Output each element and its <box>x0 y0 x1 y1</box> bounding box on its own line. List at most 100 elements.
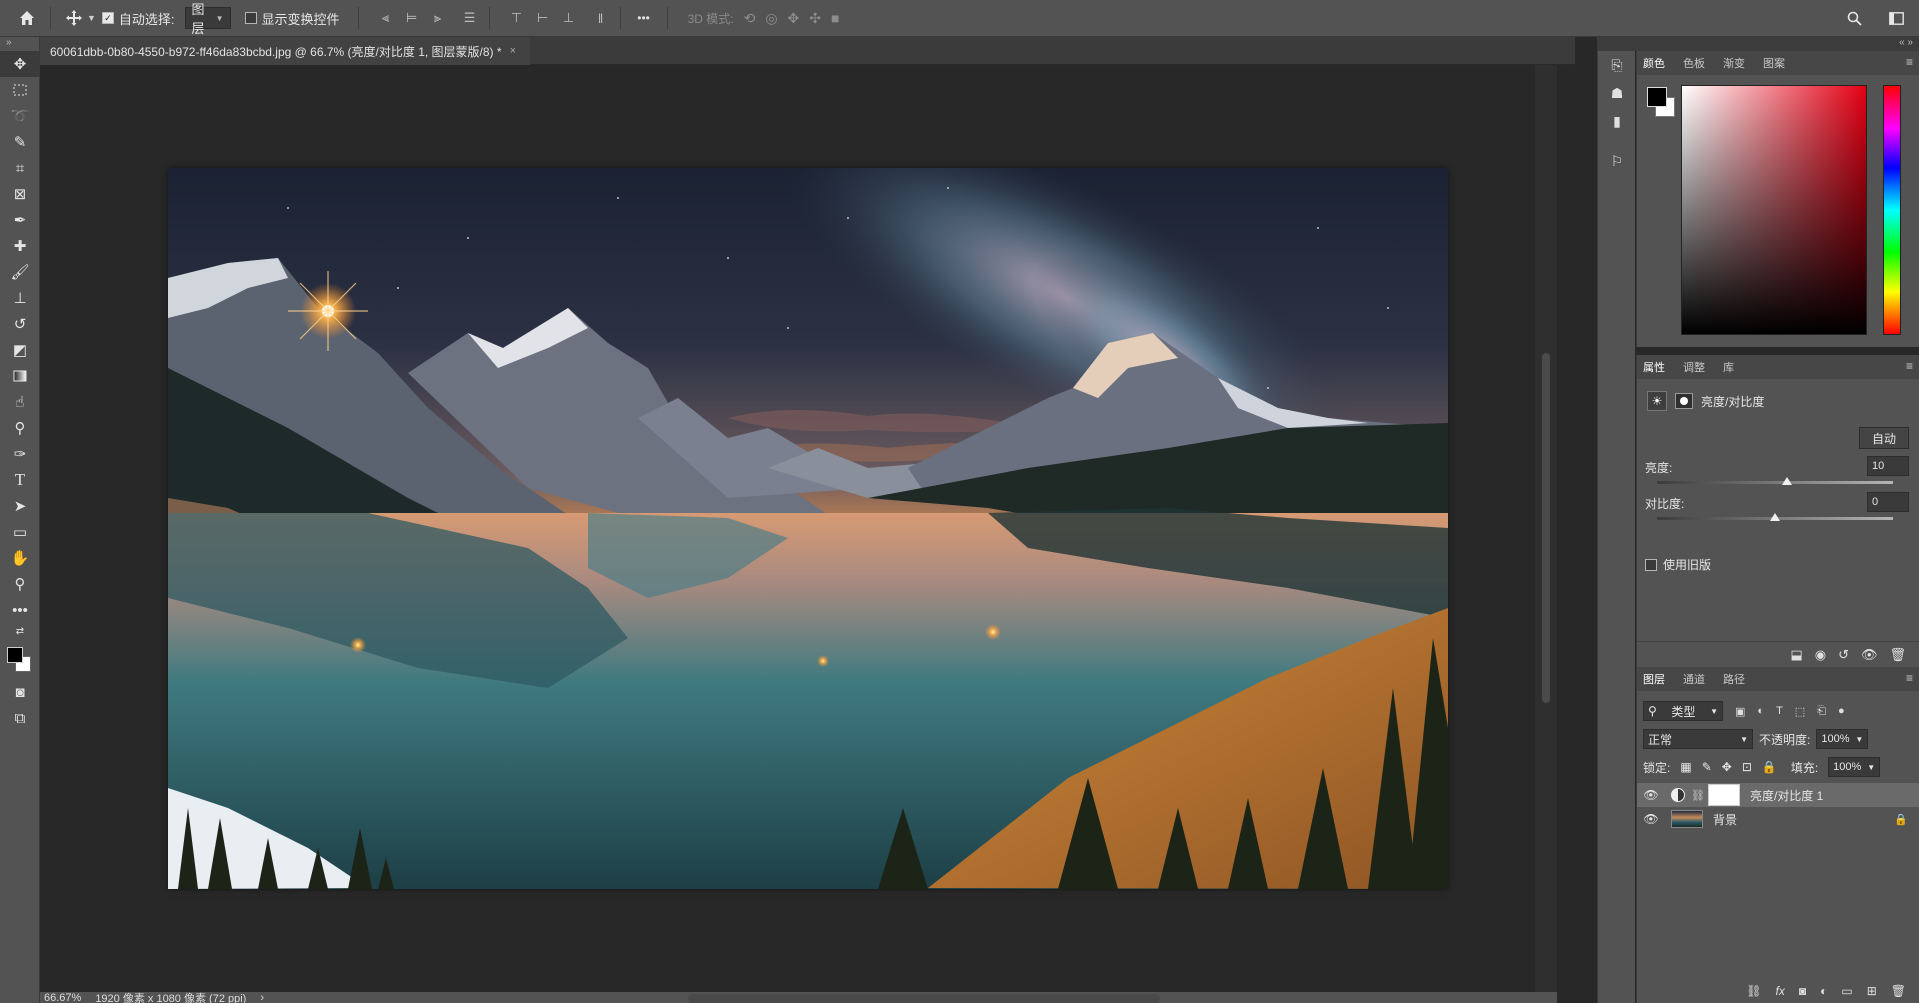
collapse-icon[interactable]: » <box>0 37 39 51</box>
type-tool-icon[interactable]: T <box>0 467 40 493</box>
tab-adjustments[interactable]: 调整 <box>1683 359 1705 375</box>
tab-channels[interactable]: 通道 <box>1683 671 1705 687</box>
roll-3d-icon[interactable]: ◎ <box>765 10 777 27</box>
gradient-tool-icon[interactable] <box>0 363 40 389</box>
lock-image-icon[interactable]: ✎ <box>1702 760 1712 774</box>
lock-all-icon[interactable]: 🔒 <box>1762 760 1777 774</box>
trash-icon[interactable]: 🗑 <box>1891 984 1906 998</box>
use-legacy-checkbox[interactable]: 使用旧版 <box>1645 556 1711 573</box>
tab-paths[interactable]: 路径 <box>1723 671 1745 687</box>
layer-mask-thumbnail[interactable] <box>1707 784 1740 806</box>
vertical-scrollbar-thumb[interactable] <box>1542 353 1550 703</box>
new-group-icon[interactable]: ▭ <box>1841 984 1852 998</box>
align-vertical-center-icon[interactable]: ⊢ <box>534 9 552 27</box>
brush-tool-icon[interactable]: 🖌 <box>0 259 40 285</box>
tab-libraries[interactable]: 库 <box>1723 359 1734 375</box>
tab-properties[interactable]: 属性 <box>1643 359 1665 375</box>
hue-slider[interactable] <box>1883 85 1901 335</box>
brightness-value-field[interactable]: 10 <box>1867 456 1909 476</box>
add-mask-icon[interactable]: ◙ <box>1799 984 1806 998</box>
close-icon[interactable]: × <box>510 45 516 57</box>
document-tab[interactable]: 60061dbb-0b80-4550-b972-ff46da83bcbd.jpg… <box>40 37 530 65</box>
checkbox-unchecked-icon[interactable] <box>1645 558 1657 571</box>
smudge-tool-icon[interactable]: ☝ <box>0 389 40 415</box>
quick-mask-icon[interactable]: ◙ <box>0 679 40 705</box>
pan-3d-icon[interactable]: ✥ <box>788 10 800 27</box>
layer-name[interactable]: 背景 <box>1713 811 1737 828</box>
healing-brush-tool-icon[interactable]: ✚ <box>0 233 40 259</box>
auto-select-target-dropdown[interactable]: 图层 ▼ <box>184 2 231 36</box>
eraser-tool-icon[interactable]: ◩ <box>0 337 40 363</box>
panel-menu-icon[interactable]: ≡ <box>1906 671 1913 685</box>
clip-to-layer-icon[interactable]: ⬓ <box>1790 647 1802 663</box>
auto-select-checkbox[interactable]: ✓ 自动选择: <box>101 9 175 28</box>
dodge-tool-icon[interactable]: ⚲ <box>0 415 40 441</box>
lock-transparent-icon[interactable]: ▦ <box>1680 760 1691 774</box>
opacity-field[interactable]: 100% ▼ <box>1816 729 1869 749</box>
screen-mode-icon[interactable]: ⧉ <box>0 705 40 731</box>
vertical-scrollbar[interactable] <box>1535 65 1557 993</box>
tab-gradients[interactable]: 渐变 <box>1723 55 1745 71</box>
lasso-tool-icon[interactable]: ➰ <box>0 103 40 129</box>
align-top-icon[interactable]: ⊤ <box>508 9 526 27</box>
move-tool-icon[interactable]: ✥ <box>0 51 40 77</box>
zoom-level[interactable]: 66.67% <box>44 992 81 1003</box>
panel-menu-icon[interactable]: ≡ <box>1906 359 1913 373</box>
contrast-value-field[interactable]: 0 <box>1867 492 1909 512</box>
path-select-tool-icon[interactable]: ➤ <box>0 493 40 519</box>
filter-pixel-icon[interactable]: ▣ <box>1735 705 1745 718</box>
view-previous-state-icon[interactable]: ◉ <box>1815 647 1826 663</box>
layer-style-icon[interactable]: fx <box>1776 984 1785 998</box>
layer-filter-dropdown[interactable]: ⚲ 类型 ▼ <box>1643 701 1723 721</box>
color-field[interactable] <box>1681 85 1867 335</box>
distribute-horizontal-icon[interactable]: ☰ <box>461 9 479 27</box>
search-icon[interactable] <box>1841 5 1867 31</box>
workspace-icon[interactable] <box>1883 5 1909 31</box>
distribute-vertical-icon[interactable]: ‖ <box>592 9 610 27</box>
eyedropper-tool-icon[interactable]: ✒ <box>0 207 40 233</box>
edit-toolbar-icon[interactable]: ••• <box>0 597 40 623</box>
filter-toggle-icon[interactable]: ● <box>1838 705 1845 717</box>
align-left-icon[interactable]: ⫷ <box>377 9 395 27</box>
frame-tool-icon[interactable]: ⊠ <box>0 181 40 207</box>
filter-shape-icon[interactable]: ⬚ <box>1795 705 1805 718</box>
panel-menu-icon[interactable]: ≡ <box>1906 55 1913 69</box>
pen-tool-icon[interactable]: ✑ <box>0 441 40 467</box>
align-bottom-icon[interactable]: ⊥ <box>560 9 578 27</box>
color-swatches[interactable] <box>0 639 40 679</box>
reset-icon[interactable]: ↺ <box>1838 647 1849 663</box>
align-right-icon[interactable]: ⫸ <box>429 9 447 27</box>
show-transform-checkbox[interactable]: 显示变换控件 <box>244 9 340 28</box>
fill-field[interactable]: 100% ▼ <box>1828 757 1881 777</box>
history-brush-tool-icon[interactable]: ↺ <box>0 311 40 337</box>
move-tool-icon[interactable] <box>61 5 87 31</box>
tab-layers[interactable]: 图层 <box>1643 671 1665 687</box>
crop-tool-icon[interactable]: ⌗ <box>0 155 40 181</box>
link-layers-icon[interactable]: ⛓ <box>1746 984 1761 998</box>
new-layer-icon[interactable]: ⊞ <box>1867 984 1877 998</box>
more-options-icon[interactable]: ••• <box>631 5 657 31</box>
auto-button[interactable]: 自动 <box>1859 427 1909 449</box>
swap-colors-icon[interactable]: ⇄ <box>0 623 40 639</box>
eye-icon[interactable]: 👁 <box>1637 788 1665 802</box>
tab-swatches[interactable]: 色板 <box>1683 55 1705 71</box>
layer-row[interactable]: 👁 背景 🔒 <box>1637 807 1919 831</box>
contrast-slider-handle[interactable] <box>1770 513 1780 521</box>
tab-patterns[interactable]: 图案 <box>1763 55 1785 71</box>
eye-icon[interactable]: 👁 <box>1637 812 1665 826</box>
foreground-color-swatch[interactable] <box>1647 87 1667 107</box>
align-horizontal-center-icon[interactable]: ⊨ <box>403 9 421 27</box>
brightness-icon[interactable]: ☀ <box>1647 391 1667 411</box>
brightness-slider-track[interactable] <box>1657 481 1893 484</box>
learn-icon[interactable]: ⚐ <box>1598 147 1636 175</box>
document-image[interactable] <box>168 168 1448 889</box>
filter-type-icon[interactable]: T <box>1776 705 1783 717</box>
lock-position-icon[interactable]: ✥ <box>1722 760 1732 774</box>
marquee-tool-icon[interactable] <box>0 77 40 103</box>
new-adjustment-icon[interactable]: ◐ <box>1820 984 1827 998</box>
stamp-tool-icon[interactable]: ⊥ <box>0 285 40 311</box>
status-menu-arrow[interactable]: › <box>260 992 264 1003</box>
hand-tool-icon[interactable]: ✋ <box>0 545 40 571</box>
slide-3d-icon[interactable]: ✣ <box>809 10 821 27</box>
foreground-color-swatch[interactable] <box>7 647 23 663</box>
